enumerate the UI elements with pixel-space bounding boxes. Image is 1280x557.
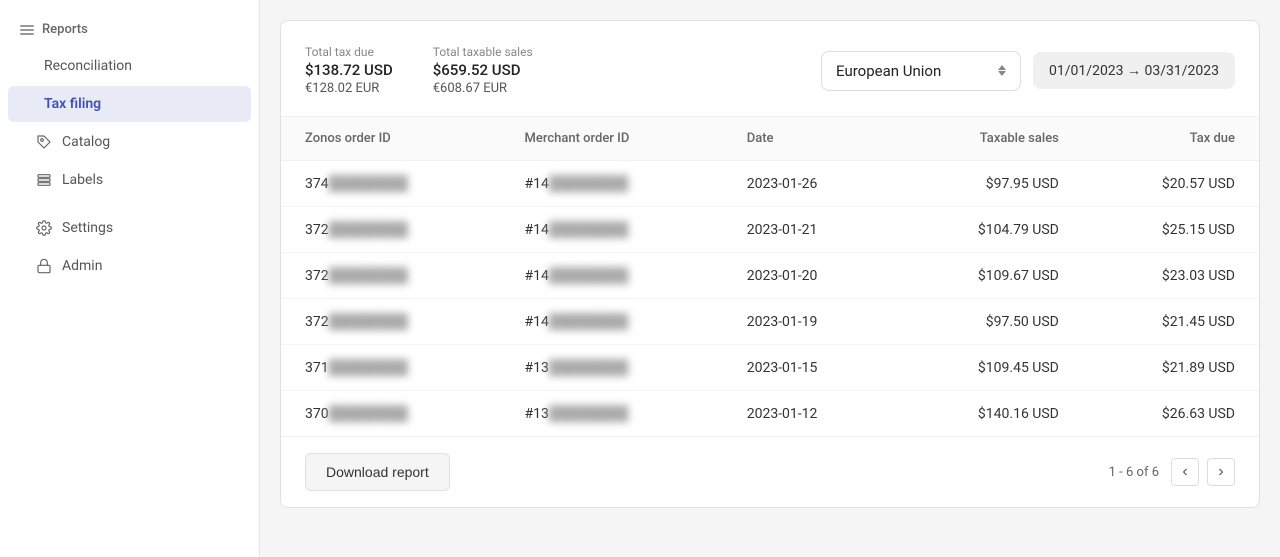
reports-icon	[20, 25, 34, 35]
labels-label: Labels	[62, 172, 103, 188]
merchant-id-cell: #13████████	[501, 391, 723, 437]
gear-icon	[36, 220, 52, 236]
date-range-display: 01/01/2023 → 03/31/2023	[1033, 52, 1235, 89]
total-sales-label: Total taxable sales	[433, 45, 533, 59]
tax-filing-card: Total tax due $138.72 USD €128.02 EUR To…	[280, 20, 1260, 508]
sidebar-item-tax-filing[interactable]: Tax filing	[8, 86, 251, 122]
tax-filing-label: Tax filing	[44, 96, 101, 112]
sidebar-section-label: Reports	[42, 22, 88, 37]
region-value: European Union	[836, 62, 941, 80]
taxable-sales-cell: $97.50 USD	[895, 299, 1083, 345]
col-order-id: Zonos order ID	[281, 117, 501, 161]
table-row: 374████████ #14████████ 2023-01-26 $97.9…	[281, 161, 1259, 207]
card-footer: Download report 1 - 6 of 6 ‹ ›	[281, 436, 1259, 507]
order-id-cell: 372████████	[281, 207, 501, 253]
chevrons-icon	[998, 65, 1006, 76]
orders-table: Zonos order ID Merchant order ID Date Ta…	[281, 117, 1259, 436]
orders-table-container: Zonos order ID Merchant order ID Date Ta…	[281, 117, 1259, 436]
pagination-info: 1 - 6 of 6	[1109, 465, 1159, 480]
total-tax-block: Total tax due $138.72 USD €128.02 EUR	[305, 45, 393, 96]
sidebar-item-admin[interactable]: Admin	[8, 248, 251, 284]
label-icon	[36, 172, 52, 188]
total-tax-label: Total tax due	[305, 45, 393, 59]
merchant-id-cell: #14████████	[501, 161, 723, 207]
sidebar-item-labels[interactable]: Labels	[8, 162, 251, 198]
table-row: 372████████ #14████████ 2023-01-19 $97.5…	[281, 299, 1259, 345]
sidebar-section-reports: Reports	[0, 12, 259, 47]
col-taxable-sales: Taxable sales	[895, 117, 1083, 161]
order-id-cell: 372████████	[281, 299, 501, 345]
tax-due-cell: $21.45 USD	[1083, 299, 1259, 345]
date-cell: 2023-01-21	[723, 207, 896, 253]
total-sales-block: Total taxable sales $659.52 USD €608.67 …	[433, 45, 533, 96]
table-row: 370████████ #13████████ 2023-01-12 $140.…	[281, 391, 1259, 437]
sidebar-item-settings[interactable]: Settings	[8, 210, 251, 246]
total-tax-usd: $138.72 USD	[305, 61, 393, 79]
reconciliation-label: Reconciliation	[44, 58, 132, 74]
taxable-sales-cell: $97.95 USD	[895, 161, 1083, 207]
main-content: Total tax due $138.72 USD €128.02 EUR To…	[260, 0, 1280, 557]
merchant-id-cell: #14████████	[501, 253, 723, 299]
merchant-id-cell: #14████████	[501, 207, 723, 253]
total-sales-eur: €608.67 EUR	[433, 81, 533, 96]
tax-due-cell: $26.63 USD	[1083, 391, 1259, 437]
sidebar-item-catalog[interactable]: Catalog	[8, 124, 251, 160]
tax-due-cell: $25.15 USD	[1083, 207, 1259, 253]
order-id-cell: 372████████	[281, 253, 501, 299]
tag-icon	[36, 134, 52, 150]
order-id-cell: 371████████	[281, 345, 501, 391]
order-id-cell: 374████████	[281, 161, 501, 207]
table-row: 372████████ #14████████ 2023-01-20 $109.…	[281, 253, 1259, 299]
table-row: 371████████ #13████████ 2023-01-15 $109.…	[281, 345, 1259, 391]
card-header: Total tax due $138.72 USD €128.02 EUR To…	[281, 21, 1259, 117]
sidebar-item-reconciliation[interactable]: Reconciliation	[8, 48, 251, 84]
date-cell: 2023-01-20	[723, 253, 896, 299]
total-sales-usd: $659.52 USD	[433, 61, 533, 79]
order-id-cell: 370████████	[281, 391, 501, 437]
col-tax-due: Tax due	[1083, 117, 1259, 161]
table-header: Zonos order ID Merchant order ID Date Ta…	[281, 117, 1259, 161]
header-controls: European Union 01/01/2023 → 03/31/2023	[821, 51, 1235, 91]
pagination: 1 - 6 of 6 ‹ ›	[1109, 458, 1235, 486]
merchant-id-cell: #13████████	[501, 345, 723, 391]
region-selector[interactable]: European Union	[821, 51, 1021, 91]
taxable-sales-cell: $109.67 USD	[895, 253, 1083, 299]
taxable-sales-cell: $140.16 USD	[895, 391, 1083, 437]
taxable-sales-cell: $104.79 USD	[895, 207, 1083, 253]
next-page-button[interactable]: ›	[1207, 458, 1235, 486]
lock-icon	[36, 258, 52, 274]
table-row: 372████████ #14████████ 2023-01-21 $104.…	[281, 207, 1259, 253]
total-tax-eur: €128.02 EUR	[305, 81, 393, 96]
catalog-label: Catalog	[62, 134, 110, 150]
merchant-id-cell: #14████████	[501, 299, 723, 345]
col-date: Date	[723, 117, 896, 161]
download-report-button[interactable]: Download report	[305, 453, 450, 491]
date-cell: 2023-01-15	[723, 345, 896, 391]
tax-due-cell: $23.03 USD	[1083, 253, 1259, 299]
admin-label: Admin	[62, 258, 102, 274]
date-cell: 2023-01-19	[723, 299, 896, 345]
col-merchant-id: Merchant order ID	[501, 117, 723, 161]
date-cell: 2023-01-26	[723, 161, 896, 207]
prev-page-button[interactable]: ‹	[1171, 458, 1199, 486]
table-body: 374████████ #14████████ 2023-01-26 $97.9…	[281, 161, 1259, 437]
settings-label: Settings	[62, 220, 113, 236]
tax-due-cell: $21.89 USD	[1083, 345, 1259, 391]
taxable-sales-cell: $109.45 USD	[895, 345, 1083, 391]
tax-due-cell: $20.57 USD	[1083, 161, 1259, 207]
date-cell: 2023-01-12	[723, 391, 896, 437]
sidebar: Reports Reconciliation Tax filing Catalo…	[0, 0, 260, 557]
